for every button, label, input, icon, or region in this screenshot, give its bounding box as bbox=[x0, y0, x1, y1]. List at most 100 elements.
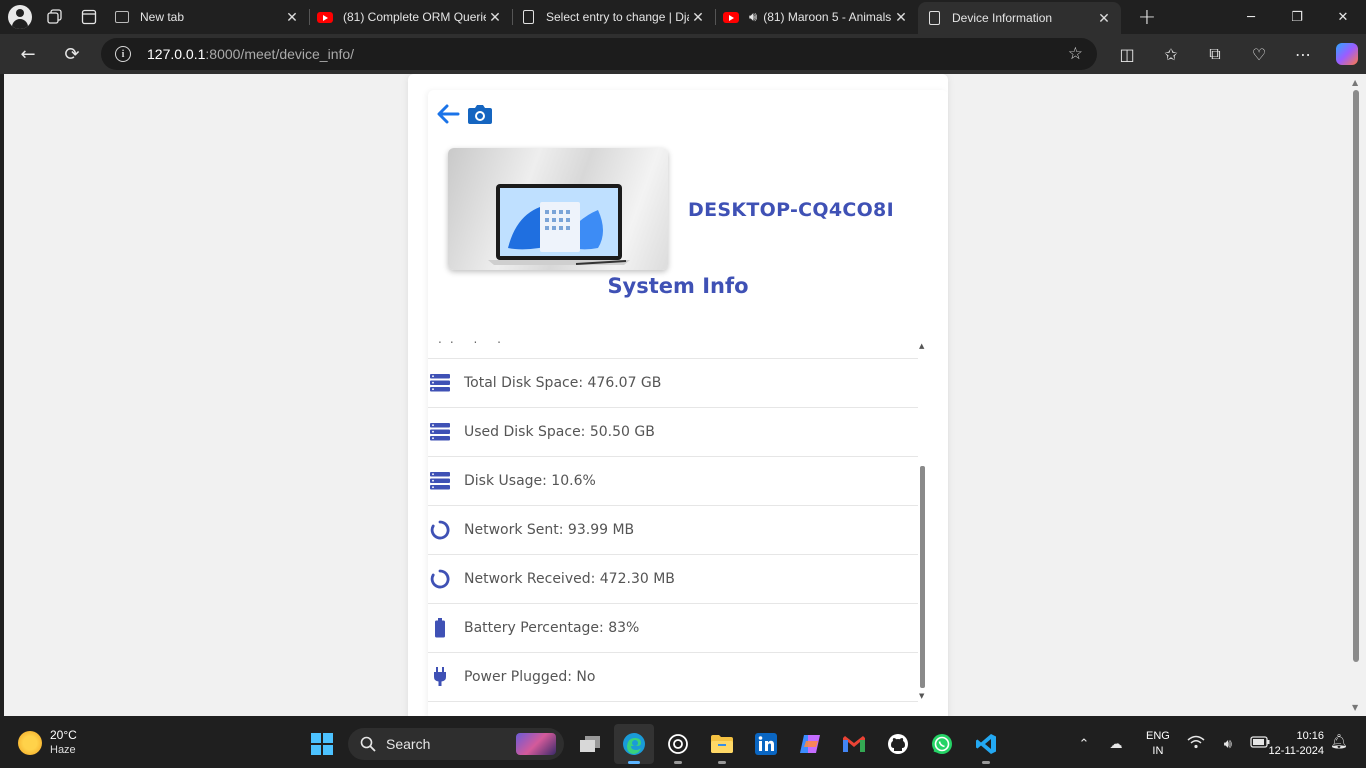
taskbar-file-explorer[interactable] bbox=[702, 724, 742, 764]
running-indicator bbox=[628, 761, 640, 764]
collections-icon[interactable]: ⧉ bbox=[1193, 44, 1237, 64]
tab-django-admin[interactable]: Select entry to change | Dja ✕ bbox=[512, 0, 715, 34]
list-item-network-sent: Network Sent: 93.99 MB bbox=[428, 506, 918, 555]
tab-orm-queries[interactable]: (81) Complete ORM Queries ✕ bbox=[309, 0, 512, 34]
taskbar-search[interactable]: Search bbox=[348, 728, 564, 760]
list-item-disk-usage: Disk Usage: 10.6% bbox=[428, 457, 918, 506]
scroll-down-arrow-icon[interactable]: ▼ bbox=[919, 692, 924, 700]
laptop-illustration bbox=[488, 184, 630, 265]
reload-button[interactable]: ⟳ bbox=[52, 34, 92, 74]
taskbar: 20°C Haze Search ⌃ ☁ ENG IN 🔊︎ 10:16 12-… bbox=[0, 720, 1366, 768]
clock-time: 10:16 bbox=[1296, 730, 1324, 742]
task-view-button[interactable] bbox=[570, 724, 610, 764]
window-controls: ─ ❐ ✕ bbox=[1228, 0, 1366, 34]
list-item-text: Total Disk Space: 476.07 GB bbox=[464, 375, 662, 391]
copilot-icon bbox=[800, 735, 820, 753]
wifi-icon[interactable] bbox=[1184, 735, 1208, 753]
close-tab-icon[interactable]: ✕ bbox=[283, 9, 301, 26]
region-code: IN bbox=[1152, 745, 1164, 757]
browser-toolbar: ← ⟳ i 127.0.0.1:8000/meet/device_info/ ☆… bbox=[0, 34, 1366, 74]
scroll-up-arrow-icon[interactable]: ▲ bbox=[919, 342, 924, 350]
copilot-icon[interactable] bbox=[1325, 43, 1366, 65]
vscode-icon bbox=[976, 734, 996, 754]
list-scrollbar[interactable]: ▲ ▼ bbox=[918, 340, 928, 704]
close-tab-icon[interactable]: ✕ bbox=[1095, 10, 1113, 27]
favorites-icon[interactable]: ✩ bbox=[1149, 45, 1193, 64]
tab-actions-icon[interactable] bbox=[72, 0, 106, 34]
taskbar-whatsapp[interactable] bbox=[922, 724, 962, 764]
notification-bell-icon[interactable]: 🔔︎ bbox=[1330, 734, 1348, 750]
whatsapp-icon bbox=[932, 734, 952, 754]
onedrive-offline-icon[interactable]: ☁ bbox=[1104, 737, 1128, 752]
list-item-text: Disk Usage: 10.6% bbox=[464, 473, 596, 489]
speaker-icon[interactable]: 🔊︎ bbox=[749, 9, 757, 25]
minimize-icon[interactable]: ─ bbox=[1228, 0, 1274, 34]
volume-icon[interactable]: 🔊︎ bbox=[1216, 737, 1240, 752]
device-card: DESKTOP-CQ4CO8I System Info .. . . Total… bbox=[408, 74, 948, 716]
back-arrow-icon[interactable] bbox=[436, 104, 460, 124]
list-item-total-disk: Total Disk Space: 476.07 GB bbox=[428, 359, 918, 408]
linkedin-icon bbox=[755, 733, 777, 755]
system-tray: ⌃ ☁ ENG IN 🔊︎ bbox=[1068, 720, 1276, 768]
language-code: ENG bbox=[1146, 730, 1170, 742]
url-text: 127.0.0.1:8000/meet/device_info/ bbox=[147, 46, 355, 62]
taskbar-chatgpt[interactable] bbox=[658, 724, 698, 764]
close-tab-icon[interactable]: ✕ bbox=[892, 9, 910, 26]
language-indicator[interactable]: ENG IN bbox=[1146, 729, 1170, 759]
tab-title: Select entry to change | Dja bbox=[546, 10, 689, 24]
clipped-list-item: .. . . bbox=[438, 340, 509, 346]
weather-desc: Haze bbox=[50, 744, 76, 756]
list-scrollbar-thumb[interactable] bbox=[920, 466, 925, 688]
tab-new-tab[interactable]: New tab ✕ bbox=[106, 0, 309, 34]
site-info-icon[interactable]: i bbox=[115, 46, 131, 62]
device-name: DESKTOP-CQ4CO8I bbox=[688, 199, 894, 221]
taskbar-github[interactable] bbox=[878, 724, 918, 764]
taskbar-copilot[interactable] bbox=[790, 724, 830, 764]
scroll-up-arrow-icon[interactable]: ▲ bbox=[1352, 78, 1358, 87]
tab-device-information[interactable]: Device Information ✕ bbox=[918, 2, 1121, 34]
system-info-list: .. . . Total Disk Space: 476.07 GB Used … bbox=[428, 340, 918, 704]
list-item-text: Used Disk Space: 50.50 GB bbox=[464, 424, 655, 440]
page-scrollbar-thumb[interactable] bbox=[1353, 90, 1359, 662]
circle-notch-icon bbox=[430, 569, 450, 589]
browser-essentials-icon[interactable]: ♡ bbox=[1237, 45, 1281, 64]
scroll-down-arrow-icon[interactable]: ▼ bbox=[1352, 703, 1358, 712]
list-item-used-disk: Used Disk Space: 50.50 GB bbox=[428, 408, 918, 457]
list-item-text: Network Received: 472.30 MB bbox=[464, 571, 675, 587]
camera-icon[interactable] bbox=[467, 102, 493, 126]
server-icon bbox=[430, 422, 450, 442]
split-screen-icon[interactable]: ◫ bbox=[1105, 45, 1149, 64]
favorite-star-icon[interactable]: ☆ bbox=[1068, 44, 1083, 64]
workspaces-icon[interactable] bbox=[38, 0, 72, 34]
taskbar-edge[interactable] bbox=[614, 724, 654, 764]
tab-maroon5[interactable]: 🔊︎ (81) Maroon 5 - Animals ✕ bbox=[715, 0, 918, 34]
close-tab-icon[interactable]: ✕ bbox=[689, 9, 707, 26]
clock[interactable]: 10:16 12-11-2024 bbox=[1258, 729, 1324, 759]
taskbar-linkedin[interactable] bbox=[746, 724, 786, 764]
server-icon bbox=[430, 373, 450, 393]
clock-date: 12-11-2024 bbox=[1268, 745, 1324, 757]
close-window-icon[interactable]: ✕ bbox=[1320, 0, 1366, 34]
taskbar-vscode[interactable] bbox=[966, 724, 1006, 764]
new-tab-button[interactable]: + bbox=[1127, 5, 1167, 30]
taskbar-gmail[interactable] bbox=[834, 724, 874, 764]
list-item-network-received: Network Received: 472.30 MB bbox=[428, 555, 918, 604]
edge-icon bbox=[623, 733, 645, 755]
close-tab-icon[interactable]: ✕ bbox=[486, 9, 504, 26]
profile-avatar-icon[interactable] bbox=[8, 5, 32, 29]
page-scrollbar[interactable]: ▲ ▼ bbox=[1350, 76, 1362, 714]
back-button[interactable]: ← bbox=[8, 34, 48, 74]
start-button[interactable] bbox=[302, 724, 342, 764]
running-indicator bbox=[718, 761, 726, 764]
address-bar[interactable]: i 127.0.0.1:8000/meet/device_info/ ☆ bbox=[101, 38, 1097, 70]
github-icon bbox=[888, 734, 908, 754]
more-menu-icon[interactable]: ⋯ bbox=[1281, 45, 1325, 64]
page-viewport: DESKTOP-CQ4CO8I System Info .. . . Total… bbox=[4, 74, 1366, 716]
weather-widget[interactable]: 20°C Haze bbox=[18, 728, 77, 758]
windows-logo-icon bbox=[311, 733, 333, 755]
youtube-icon bbox=[317, 9, 333, 25]
restore-icon[interactable]: ❐ bbox=[1274, 0, 1320, 34]
chevron-up-icon[interactable]: ⌃ bbox=[1072, 737, 1096, 752]
device-image bbox=[448, 148, 668, 270]
weather-haze-icon bbox=[18, 731, 42, 755]
